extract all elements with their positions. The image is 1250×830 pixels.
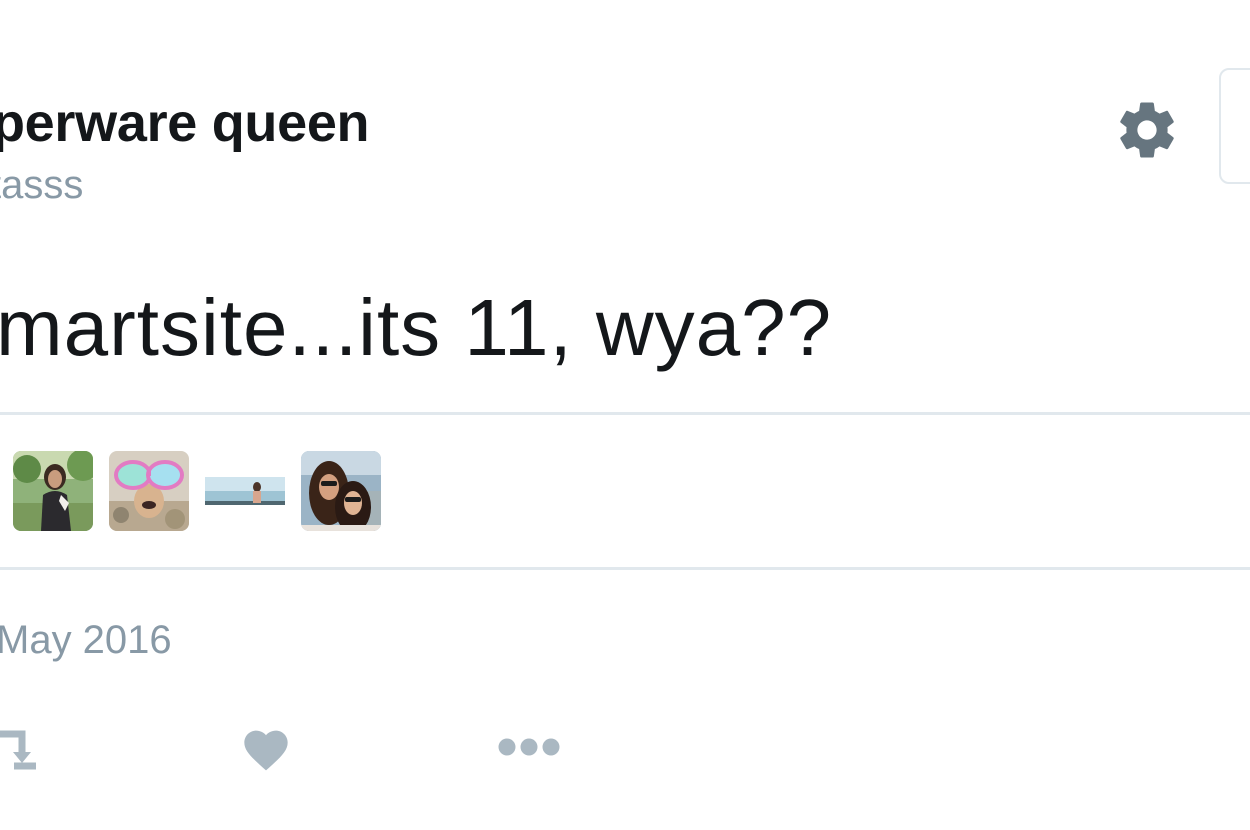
tweet-text: martsite...its 11, wya?? [0,283,833,372]
gear-icon[interactable] [1114,97,1180,163]
divider [0,567,1250,570]
likers-avatar-row [13,451,381,531]
follow-button[interactable] [1219,68,1250,184]
display-name[interactable]: perware queen [0,92,370,154]
liker-avatar-1[interactable] [13,451,93,531]
liker-avatar-3[interactable] [205,451,285,531]
liker-avatar-2[interactable] [109,451,189,531]
retweet-icon[interactable] [0,726,40,770]
user-handle[interactable]: tasss [0,163,83,208]
heart-icon[interactable] [240,724,292,772]
more-dots-icon[interactable] [494,734,564,760]
divider [0,412,1250,415]
tweet-timestamp[interactable]: May 2016 [0,618,172,663]
liker-avatar-4[interactable] [301,451,381,531]
